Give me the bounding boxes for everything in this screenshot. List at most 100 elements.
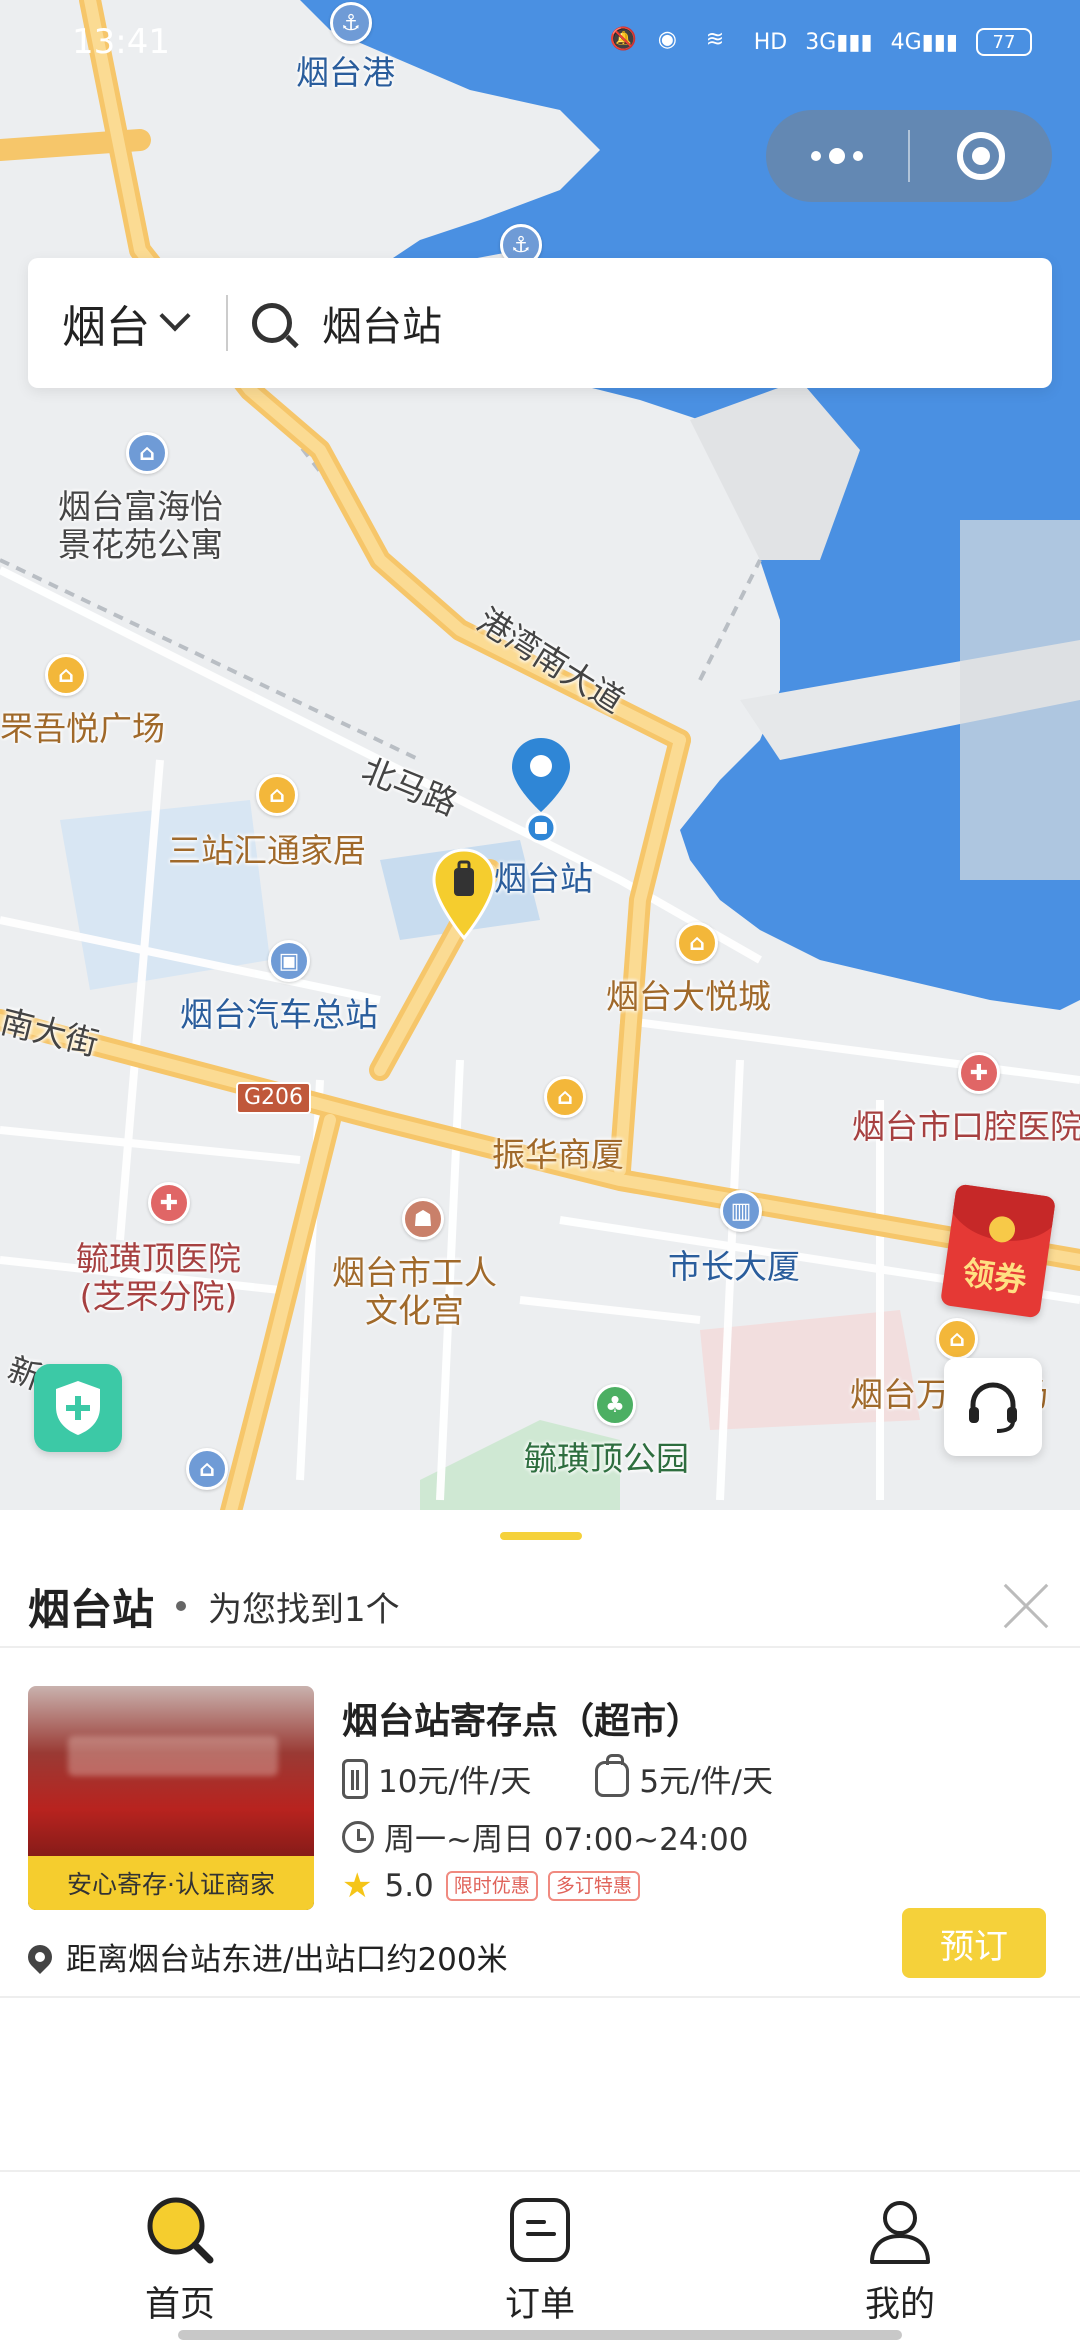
map-label-plaza: 罘吾悦广场: [0, 709, 165, 748]
tag-multi-order: 多订特惠: [547, 1871, 640, 1901]
shopping-icon: ⌂: [544, 1076, 586, 1118]
hours-text: 周一~周日 07:00~24:00: [384, 1822, 749, 1858]
storage-point-marker[interactable]: [432, 848, 496, 940]
shopping-icon: ⌂: [45, 654, 87, 696]
store-photo: 安心寄存·认证商家: [28, 1686, 314, 1910]
rating-row: ★ 5.0 限时优惠 多订特惠: [342, 1866, 640, 1906]
order-icon: [510, 2198, 570, 2262]
results-sheet: 烟台站 为您找到1个 安心寄存·认证商家 烟台站寄存点（超市） 10元/件/天 …: [0, 1510, 1080, 2170]
close-miniprogram-button[interactable]: [910, 110, 1052, 202]
tab-profile[interactable]: 我的: [720, 2172, 1080, 2340]
book-button[interactable]: 预订: [902, 1908, 1046, 1978]
profile-icon: [870, 2201, 930, 2264]
tab-profile-label: 我的: [864, 2285, 935, 2325]
chevron-down-icon: [159, 300, 191, 332]
tab-orders[interactable]: 订单: [360, 2172, 720, 2340]
hospital-icon: ✚: [148, 1182, 190, 1224]
mute-icon: 🔕: [609, 27, 638, 52]
divider: [0, 1646, 1080, 1648]
battery-icon: 77: [976, 28, 1032, 56]
coin-icon: [987, 1214, 1017, 1245]
certified-badge: 安心寄存·认证商家: [28, 1856, 314, 1910]
map-label-station: 烟台站: [494, 859, 593, 898]
city-selector[interactable]: 烟台: [62, 291, 191, 355]
more-dots-icon: [811, 148, 863, 164]
hotel-icon: ⌂: [186, 1448, 228, 1490]
map-label-home: 三站汇通家居: [168, 831, 366, 870]
signal-3g-icon: 3G▮▮▮: [805, 29, 873, 55]
hours-row: 周一~周日 07:00~24:00: [342, 1814, 748, 1859]
close-icon[interactable]: [1000, 1580, 1052, 1632]
tag-limited-offer: 限时优惠: [445, 1871, 538, 1901]
location-icon: ◉: [657, 27, 677, 52]
map-label-mayor: 市长大厦: [668, 1247, 800, 1286]
tab-home-label: 首页: [144, 2285, 215, 2325]
shopping-icon: ⌂: [256, 774, 298, 816]
distance-row: 距离烟台站东进/出站口约200米: [23, 1934, 508, 1979]
map-label-dayue: 烟台大悦城: [606, 977, 771, 1016]
status-bar: 13:41 🔕 ◉ ≋ HD 3G▮▮▮ 4G▮▮▮ 77: [0, 0, 1080, 84]
map-label-hospital: 毓璜顶医院 (芝罘分院): [76, 1239, 241, 1316]
miniprogram-capsule[interactable]: [766, 110, 1052, 202]
drag-handle[interactable]: [500, 1532, 582, 1540]
results-count-text: 为您找到1个: [208, 1589, 400, 1630]
home-indicator: [178, 2330, 902, 2340]
clock-icon: [342, 1820, 374, 1853]
luggage-icon: [342, 1758, 368, 1799]
status-time: 13:41: [72, 22, 170, 62]
search-bar[interactable]: 烟台 烟台站: [28, 258, 1052, 388]
wifi-icon: ≋: [705, 27, 725, 52]
home-search-icon: [147, 2197, 214, 2264]
shopping-icon: ⌂: [676, 922, 718, 964]
map-label-park: 毓璜顶公园: [524, 1439, 689, 1478]
distance-text: 距离烟台站东进/出站口约200米: [66, 1942, 508, 1978]
map-label-zhenhua: 振华商厦: [492, 1135, 624, 1174]
luggage-price: 10元/件/天: [342, 1756, 531, 1801]
map-pin-icon: [23, 1939, 57, 1974]
map-label-dental: 烟台市口腔医院: [852, 1107, 1080, 1146]
location-pin-icon[interactable]: [510, 736, 572, 846]
coupon-label: 领券: [960, 1253, 1029, 1301]
hospital-icon: ✚: [958, 1052, 1000, 1094]
coupon-button[interactable]: 领券: [939, 1183, 1057, 1319]
bus-icon: ▣: [268, 940, 310, 982]
results-station-title: 烟台站: [28, 1584, 155, 1634]
culture-icon: ☗: [402, 1198, 444, 1240]
park-icon: ♣: [594, 1384, 636, 1426]
star-icon: ★: [342, 1866, 373, 1906]
shopping-icon: ⌂: [936, 1318, 978, 1360]
search-input[interactable]: 烟台站: [322, 294, 442, 352]
search-divider: [226, 295, 228, 351]
hotel-icon: ⌂: [126, 432, 168, 474]
map-label-bus-station: 烟台汽车总站: [180, 995, 378, 1034]
dot-separator: [176, 1601, 187, 1611]
map-view[interactable]: ⚓ ⚓ ⌂ ⌂ ⌂ ▣ ⌂ ⌂ ✚ ✚ ☗ ▥ ⌂ ♣ ⌂ 烟台港 烟台富海怡 …: [0, 0, 1080, 1515]
map-label-workers-palace: 烟台市工人 文化宫: [332, 1253, 497, 1330]
tab-home[interactable]: 首页: [0, 2172, 360, 2340]
store-name: 烟台站寄存点（超市）: [342, 1701, 703, 1742]
map-label-apartment: 烟台富海怡 景花苑公寓: [58, 487, 223, 564]
city-label: 烟台: [62, 302, 150, 353]
search-icon: [252, 303, 292, 343]
tab-orders-label: 订单: [504, 2285, 575, 2325]
bag-price-text: 5元/件/天: [639, 1764, 773, 1800]
store-card[interactable]: 安心寄存·认证商家 烟台站寄存点（超市） 10元/件/天 5元/件/天 周一~周…: [0, 1674, 1080, 1994]
target-circle-icon: [957, 132, 1005, 180]
luggage-price-text: 10元/件/天: [378, 1764, 532, 1800]
customer-service-button[interactable]: [944, 1358, 1042, 1456]
headset-icon: [969, 1382, 1017, 1433]
divider: [0, 1996, 1080, 1998]
more-button[interactable]: [766, 110, 908, 202]
map-label-g206: G206: [236, 1082, 312, 1114]
building-icon: ▥: [720, 1190, 762, 1232]
safety-shield-button[interactable]: [34, 1364, 122, 1452]
price-row: 10元/件/天 5元/件/天: [342, 1753, 773, 1801]
bag-price: 5元/件/天: [595, 1753, 773, 1801]
rating-value: 5.0: [384, 1868, 434, 1904]
signal-4g-icon: 4G▮▮▮: [890, 29, 958, 55]
results-header: 烟台站 为您找到1个: [28, 1566, 1052, 1646]
shield-icon: [56, 1381, 100, 1435]
hd-icon: HD: [753, 29, 788, 55]
bag-icon: [595, 1753, 630, 1797]
tab-bar: 首页 订单 我的: [0, 2170, 1080, 2340]
